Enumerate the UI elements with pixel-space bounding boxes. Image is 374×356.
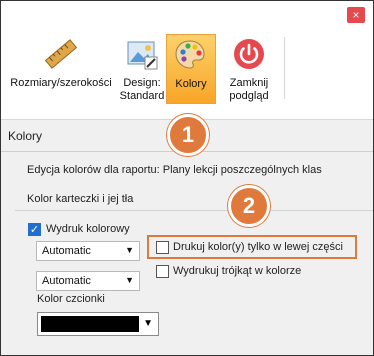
color-dropdown-1-value: Automatic bbox=[42, 245, 91, 257]
ribbon-separator bbox=[284, 37, 285, 99]
chevron-down-icon: ▼ bbox=[125, 245, 134, 255]
sizes-label: Rozmiary/szerokości bbox=[10, 77, 112, 89]
chevron-down-icon: ▼ bbox=[143, 318, 153, 329]
font-color-swatch bbox=[41, 316, 139, 332]
design-label-line1: Design: bbox=[123, 77, 161, 89]
color-print-label: Wydruk kolorowy bbox=[46, 223, 130, 235]
color-dropdown-2-value: Automatic bbox=[42, 275, 91, 287]
font-color-picker[interactable]: ▼ bbox=[37, 312, 159, 336]
design-label-line2: Standard bbox=[119, 90, 165, 102]
design-picture-icon bbox=[125, 37, 159, 71]
panel-description: Edycja kolorów dla raportu: Plany lekcji… bbox=[27, 164, 322, 176]
group-title: Kolor karteczki i jej tła bbox=[27, 193, 134, 205]
color-dropdown-2[interactable]: Automatic ▼ bbox=[36, 271, 140, 291]
ruler-icon bbox=[44, 37, 78, 71]
palette-icon bbox=[173, 38, 207, 72]
step-badge-2: 2 bbox=[228, 185, 270, 227]
ribbon: × Rozmiary/szerokości Design: Standard K… bbox=[1, 1, 373, 120]
app-window: × Rozmiary/szerokości Design: Standard K… bbox=[0, 0, 374, 356]
left-part-only-label: Drukuj kolor(y) tylko w lewej części bbox=[173, 241, 343, 253]
font-color-label: Kolor czcionki bbox=[37, 293, 105, 305]
group-divider bbox=[15, 210, 373, 211]
colors-button[interactable]: Kolory bbox=[166, 34, 216, 104]
color-print-checkbox[interactable]: ✓ bbox=[28, 223, 41, 236]
close-preview-label-line2: podgląd bbox=[229, 90, 269, 102]
power-icon bbox=[232, 37, 266, 71]
triangle-color-checkbox[interactable] bbox=[156, 265, 169, 278]
colors-label: Kolory bbox=[175, 78, 207, 90]
color-dropdown-1[interactable]: Automatic ▼ bbox=[36, 241, 140, 261]
panel-title: Kolory bbox=[8, 129, 43, 143]
chevron-down-icon: ▼ bbox=[125, 275, 134, 285]
window-close-button[interactable]: × bbox=[347, 7, 365, 23]
left-part-only-checkbox[interactable] bbox=[156, 241, 169, 254]
step-badge-1: 1 bbox=[167, 114, 209, 156]
close-preview-label-line1: Zamknij bbox=[229, 77, 269, 89]
triangle-color-label: Wydrukuj trójkąt w kolorze bbox=[173, 265, 302, 277]
